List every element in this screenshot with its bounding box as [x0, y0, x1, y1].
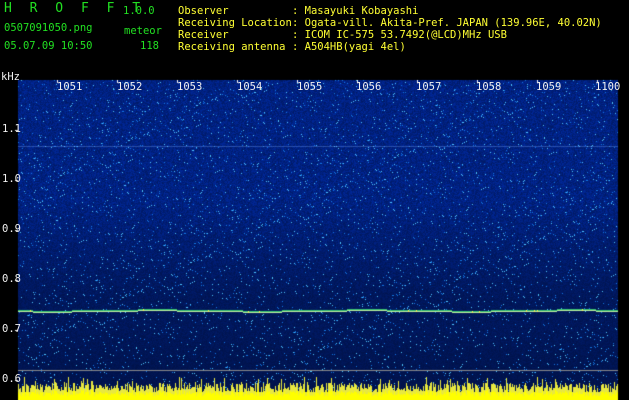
freq-tick-0-7: 0.7: [2, 323, 21, 335]
time-tick-1051: 1051: [57, 81, 83, 93]
meteor-label: meteor: [124, 25, 162, 37]
filename-label: 0507091050.png: [4, 22, 93, 34]
info-observer-value: : Masayuki Kobayashi: [292, 5, 419, 17]
freq-tick-1-0: 1.0: [2, 173, 21, 185]
freq-tick-0-9: 0.9: [2, 223, 21, 235]
time-tick-1100: 1100: [595, 81, 621, 93]
info-receiver-key: Receiver: [178, 29, 229, 41]
freq-tick-0-8: 0.8: [2, 273, 21, 285]
time-tick-1053: 1053: [177, 81, 203, 93]
info-location-key: Receiving Location: [178, 17, 292, 29]
spectrogram-canvas: [0, 0, 629, 400]
time-tick-1059: 1059: [536, 81, 562, 93]
info-observer-key: Observer: [178, 5, 229, 17]
time-tick-1057: 1057: [416, 81, 442, 93]
freq-tick-1-1: 1.1: [2, 123, 21, 135]
info-antenna-value: : A504HB(yagi 4el): [292, 41, 406, 53]
time-tick-1058: 1058: [476, 81, 502, 93]
datetime-label: 05.07.09 10:50: [4, 40, 93, 52]
time-tick-1056: 1056: [356, 81, 382, 93]
meteor-count: 118: [140, 40, 159, 52]
time-tick-1054: 1054: [237, 81, 263, 93]
app-version: 1.0.0: [123, 5, 155, 17]
info-antenna-key: Receiving antenna: [178, 41, 286, 53]
frequency-unit-label: kHz: [1, 71, 20, 83]
freq-tick-0-6: 0.6: [2, 373, 21, 385]
time-tick-1055: 1055: [297, 81, 323, 93]
info-receiver-value: : ICOM IC-575 53.7492(@LCD)MHz USB: [292, 29, 507, 41]
info-location-value: : Ogata-vill. Akita-Pref. JAPAN (139.96E…: [292, 17, 602, 29]
time-tick-1052: 1052: [117, 81, 143, 93]
